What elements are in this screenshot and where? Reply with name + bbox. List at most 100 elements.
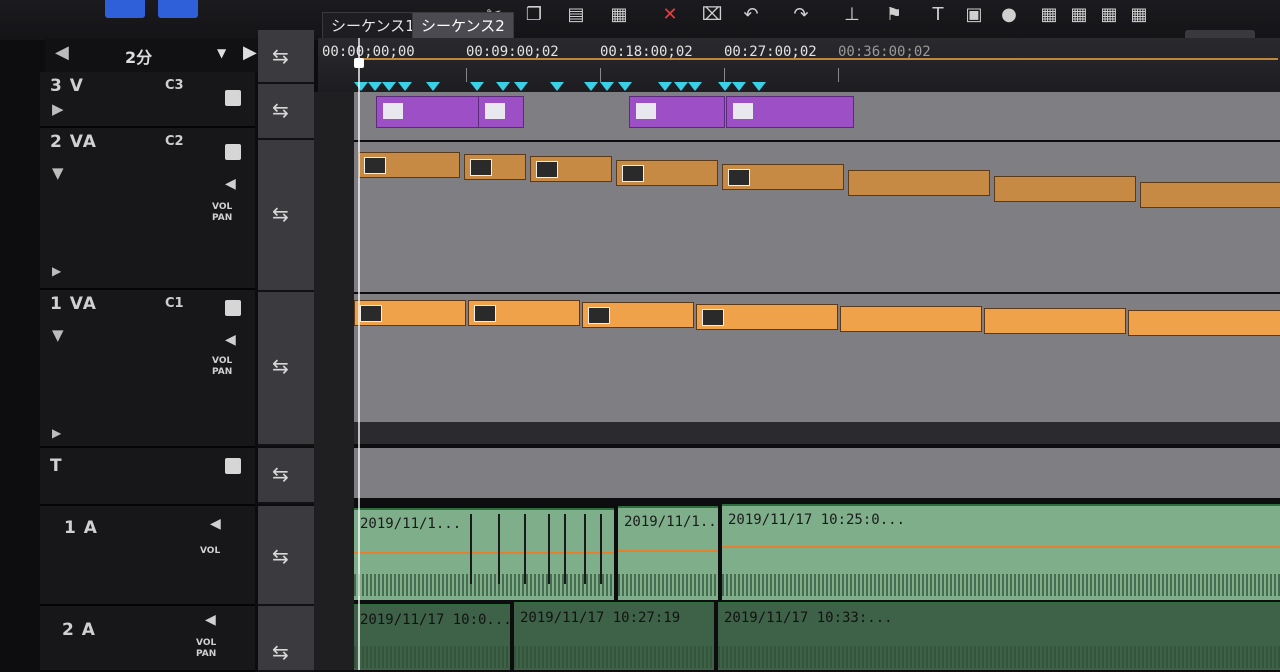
zoom-in-icon[interactable]: ▶ (243, 42, 257, 63)
grid-icon-1[interactable]: ▦ (1035, 0, 1063, 30)
lane-1va[interactable] (354, 294, 1280, 444)
av-clip[interactable] (840, 306, 982, 332)
audio-clip[interactable]: 2019/11/1... (618, 506, 718, 600)
redo-icon[interactable]: ↷ (787, 0, 815, 30)
volume-line[interactable] (354, 552, 614, 554)
av-clip[interactable] (722, 164, 844, 190)
track-toggle-icon[interactable] (225, 458, 241, 474)
marker[interactable] (550, 82, 564, 91)
copy-icon[interactable]: ❐ (520, 0, 548, 30)
av-clip[interactable] (1140, 182, 1280, 208)
speaker-icon[interactable]: ◀ (225, 332, 236, 348)
mode-button-1[interactable] (105, 0, 145, 18)
marker[interactable] (584, 82, 598, 91)
av-clip[interactable] (616, 160, 718, 186)
in-point-icon[interactable]: ⊥ (838, 0, 866, 30)
tab-sequence-1[interactable]: シーケンス1 (322, 12, 424, 40)
av-clip[interactable] (468, 300, 580, 326)
audio-clip[interactable]: 2019/11/1... (354, 508, 614, 600)
playhead-handle[interactable] (354, 58, 364, 68)
marker-icon[interactable]: ⚑ (880, 0, 908, 30)
vol-pan-label[interactable]: VOL PAN (212, 202, 232, 224)
ripple-delete-icon[interactable]: ⌧ (698, 0, 726, 30)
sync-button-title[interactable]: ⇆ (258, 448, 314, 504)
marker[interactable] (514, 82, 528, 91)
track-toggle-icon[interactable] (225, 90, 241, 106)
marker[interactable] (398, 82, 412, 91)
av-clip[interactable] (354, 300, 466, 326)
expand-icon[interactable]: ▶ (52, 264, 61, 278)
marker[interactable] (426, 82, 440, 91)
speaker-icon[interactable]: ◀ (205, 612, 216, 628)
av-clip[interactable] (530, 156, 612, 182)
delete-icon[interactable]: ✕ (656, 0, 684, 30)
sync-button-1va[interactable]: ⇆ (258, 292, 314, 446)
av-clip[interactable] (1128, 310, 1280, 336)
av-clip[interactable] (696, 304, 838, 330)
marker[interactable] (354, 82, 368, 91)
grid-icon-3[interactable]: ▦ (1095, 0, 1123, 30)
audio-clip[interactable]: 2019/11/17 10:25:0... (722, 504, 1280, 600)
marker[interactable] (732, 82, 746, 91)
undo-icon[interactable]: ↶ (737, 0, 765, 30)
marker[interactable] (618, 82, 632, 91)
av-clip[interactable] (358, 152, 460, 178)
lane-2va[interactable] (354, 142, 1280, 292)
timeline[interactable]: 00:00;00;00 00:09:00;02 00:18:00;02 00:2… (318, 38, 1280, 670)
av-clip[interactable] (848, 170, 990, 196)
av-clip[interactable] (464, 154, 526, 180)
track-toggle-icon[interactable] (225, 144, 241, 160)
marker[interactable] (688, 82, 702, 91)
volume-line[interactable] (722, 546, 1280, 548)
marker[interactable] (382, 82, 396, 91)
marker[interactable] (674, 82, 688, 91)
lane-2a[interactable]: 2019/11/17 10:0... 2019/11/17 10:27:19 2… (354, 602, 1280, 670)
video-clip[interactable] (726, 96, 854, 128)
zoom-out-icon[interactable]: ◀ (55, 42, 69, 63)
collapse-icon[interactable]: ▼ (52, 164, 64, 182)
expand-icon[interactable]: ▶ (52, 426, 61, 440)
lane-1a[interactable]: 2019/11/1... 2019/11/1... 2019/11/17 10:… (354, 500, 1280, 600)
av-clip[interactable] (994, 176, 1136, 202)
audio-clip[interactable]: 2019/11/17 10:0... (354, 604, 510, 670)
sync-button-2a[interactable]: ⇆ (258, 606, 314, 672)
marker[interactable] (368, 82, 382, 91)
paste-special-icon[interactable]: ▦ (605, 0, 633, 30)
paste-icon[interactable]: ▤ (562, 0, 590, 30)
grid-icon-4[interactable]: ▦ (1125, 0, 1153, 30)
collapse-icon[interactable]: ▼ (52, 326, 64, 344)
sync-button-3v[interactable]: ⇆ (258, 84, 314, 140)
av-clip[interactable] (984, 308, 1126, 334)
time-ruler[interactable]: 00:00;00;00 00:09:00;02 00:18:00;02 00:2… (318, 38, 1280, 92)
marker[interactable] (600, 82, 614, 91)
tab-sequence-2[interactable]: シーケンス2 (412, 12, 514, 40)
audio-clip[interactable]: 2019/11/17 10:27:19 (514, 602, 714, 670)
vol-pan-label[interactable]: VOL PAN (196, 638, 216, 660)
title-icon[interactable]: T (924, 0, 952, 30)
marker[interactable] (718, 82, 732, 91)
video-clip[interactable] (629, 96, 725, 128)
playhead[interactable] (358, 38, 360, 670)
speaker-icon[interactable]: ◀ (225, 176, 236, 192)
expand-icon[interactable]: ▶ (52, 100, 64, 118)
speaker-icon[interactable]: ◀ (210, 516, 221, 532)
snapshot-icon[interactable]: ▣ (960, 0, 988, 30)
sync-button-1a[interactable]: ⇆ (258, 506, 314, 606)
marker[interactable] (752, 82, 766, 91)
mode-button-2[interactable] (158, 0, 198, 18)
track-toggle-icon[interactable] (225, 300, 241, 316)
vol-label[interactable]: VOL (200, 546, 220, 557)
audio-clip[interactable]: 2019/11/17 10:33:... (718, 602, 1280, 670)
grid-icon-2[interactable]: ▦ (1065, 0, 1093, 30)
sync-button-top[interactable]: ⇆ (258, 30, 314, 84)
lane-title[interactable] (354, 448, 1280, 498)
vol-pan-label[interactable]: VOL PAN (212, 356, 232, 378)
marker[interactable] (470, 82, 484, 91)
chevron-down-icon[interactable]: ▼ (217, 46, 226, 60)
lane-3v[interactable] (354, 92, 1280, 198)
marker[interactable] (658, 82, 672, 91)
record-icon[interactable]: ● (995, 0, 1023, 30)
av-clip[interactable] (582, 302, 694, 328)
video-clip[interactable] (478, 96, 524, 128)
sync-button-2va[interactable]: ⇆ (258, 140, 314, 292)
